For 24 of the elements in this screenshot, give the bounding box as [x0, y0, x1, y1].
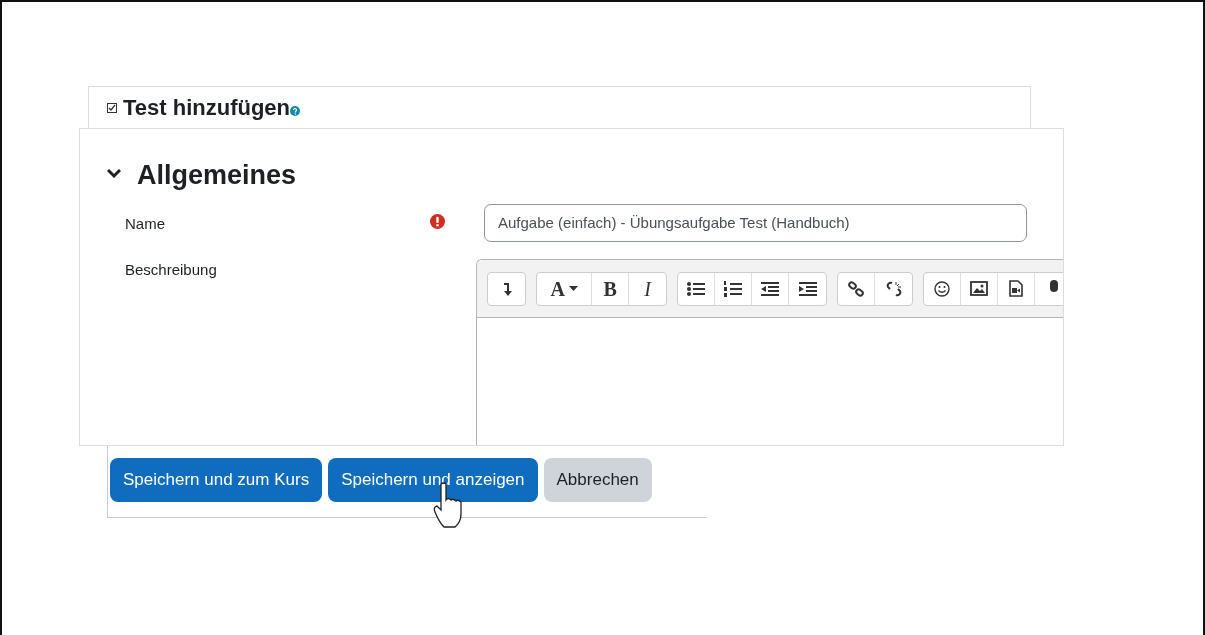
help-icon[interactable]	[290, 105, 301, 116]
image-icon	[970, 281, 989, 296]
field-label: Beschreibung	[125, 259, 218, 280]
name-input[interactable]: Aufgabe (einfach) - Übungsaufgabe Test (Handbuch)	[484, 203, 1027, 242]
bullet-list-icon	[687, 281, 706, 296]
italic-button[interactable]: I	[629, 272, 667, 305]
caret-icon	[568, 286, 578, 291]
outdent-icon	[761, 281, 780, 296]
save-button[interactable]: Speichern und zum Kurs	[110, 458, 323, 502]
arrow-icon	[501, 281, 512, 296]
field-label: Name	[125, 213, 166, 234]
numbered-list-icon	[724, 280, 743, 297]
indent-icon	[798, 281, 817, 296]
page-title: Test hinzufügen	[123, 94, 291, 122]
font-button[interactable]: A	[537, 272, 593, 305]
smiley-icon	[934, 280, 951, 297]
checkbox-icon	[107, 102, 117, 113]
video-file-icon	[1009, 280, 1024, 297]
text-editor[interactable]: A B I	[476, 258, 1063, 445]
section-title[interactable]: Allgemeines	[137, 155, 297, 196]
link-icon	[848, 280, 865, 297]
bold-button[interactable]: B	[592, 272, 630, 305]
broken-link-icon	[885, 280, 902, 297]
cancel-button[interactable]: Abbrechen	[543, 458, 652, 502]
